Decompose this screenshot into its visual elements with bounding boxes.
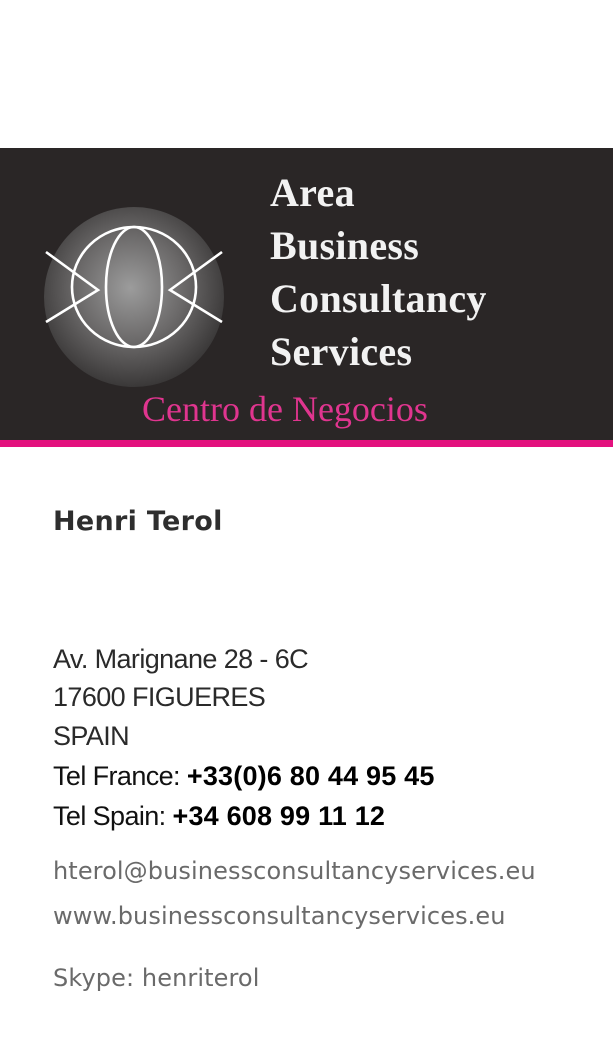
- tagline: Centro de Negocios: [142, 389, 428, 429]
- company-line-2: Business: [270, 223, 420, 268]
- website-link[interactable]: www.businessconsultancyservices.eu: [53, 902, 506, 930]
- company-name: Area Business Consultancy Services: [270, 166, 487, 378]
- company-line-3: Consultancy: [270, 276, 487, 321]
- orbit-sphere-logo: [44, 207, 224, 387]
- accent-stripe: [0, 440, 613, 447]
- phone-france-number[interactable]: +33(0)6 80 44 95 45: [187, 761, 435, 791]
- address-street: Av. Marignane 28 - 6C: [53, 644, 309, 674]
- phone-spain-label: Tel Spain:: [53, 801, 173, 831]
- company-line-4: Services: [270, 329, 413, 374]
- person-name: Henri Terol: [53, 506, 223, 537]
- phone-france-label: Tel France:: [53, 761, 187, 791]
- phone-france: Tel France: +33(0)6 80 44 95 45: [53, 761, 435, 792]
- address-city: 17600 FIGUERES: [53, 682, 266, 712]
- phone-spain-number[interactable]: +34 608 99 11 12: [172, 801, 385, 831]
- phone-spain: Tel Spain: +34 608 99 11 12: [53, 801, 385, 832]
- skype-handle: Skype: henriterol: [53, 964, 260, 992]
- email-link[interactable]: hterol@businessconsultancyservices.eu: [53, 857, 536, 885]
- address-country: SPAIN: [53, 721, 130, 751]
- company-line-1: Area: [270, 170, 355, 215]
